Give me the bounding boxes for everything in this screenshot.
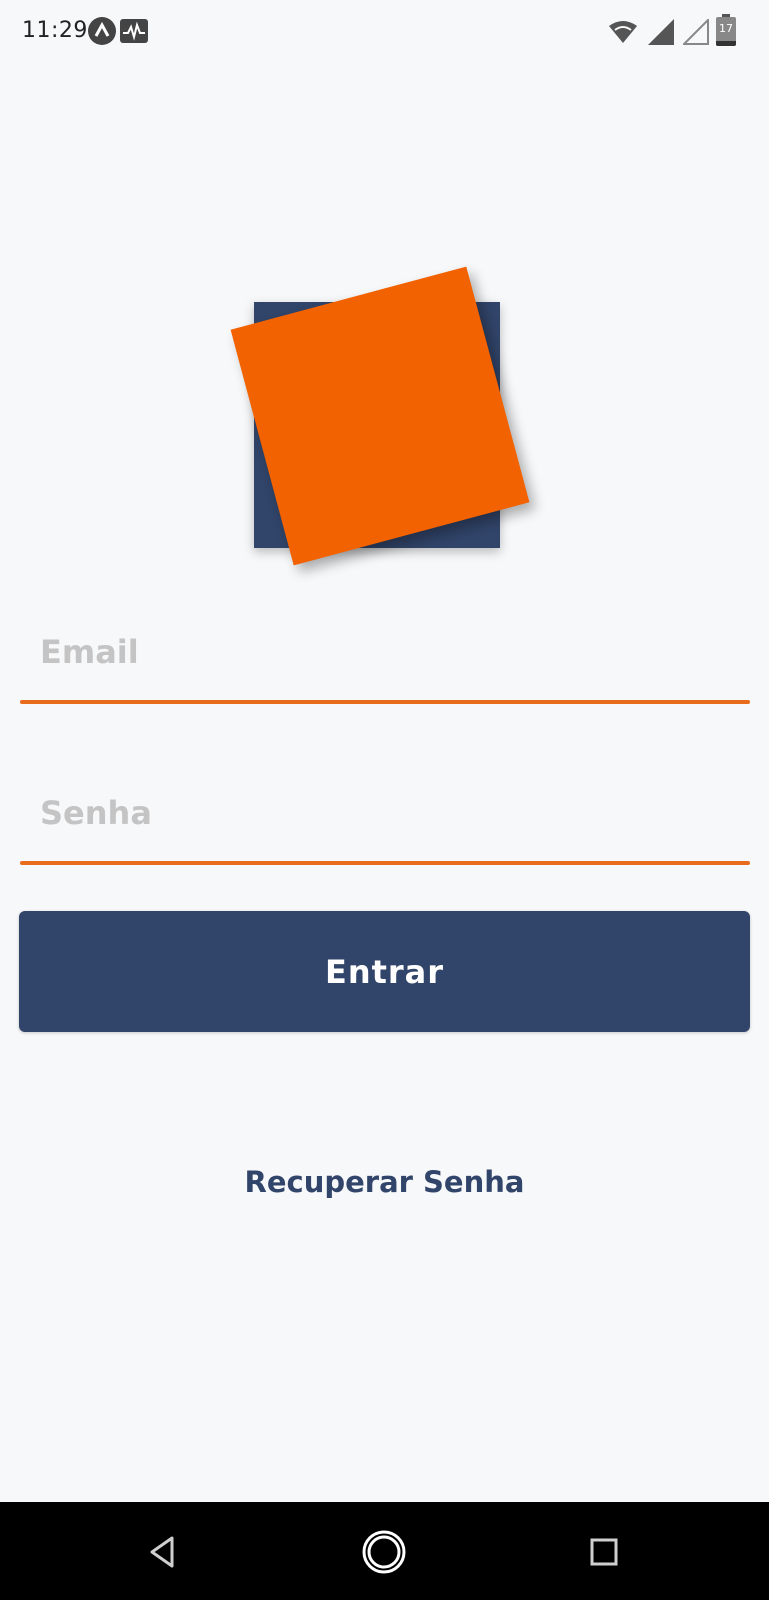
signal-icon [648, 19, 674, 45]
email-underline [20, 700, 750, 704]
password-underline [20, 861, 750, 865]
signal-empty-icon [683, 19, 709, 45]
email-field-container [20, 604, 750, 714]
app-logo [220, 258, 540, 578]
app-notification-icon [88, 17, 116, 45]
recents-icon[interactable] [576, 1524, 632, 1580]
password-field-container [20, 765, 750, 875]
login-button[interactable]: Entrar [19, 911, 750, 1032]
battery-level: 17 [719, 22, 733, 35]
home-icon[interactable] [356, 1524, 412, 1580]
battery-icon: 17 [716, 14, 736, 46]
recover-password-link[interactable]: Recuperar Senha [0, 1165, 769, 1199]
wifi-icon [609, 21, 637, 43]
status-time: 11:29 [22, 18, 88, 43]
status-bar: 11:29 17 [0, 0, 769, 64]
back-icon[interactable] [136, 1524, 192, 1580]
email-field[interactable] [20, 604, 750, 700]
nav-bar [0, 1502, 769, 1600]
password-field[interactable] [20, 765, 750, 861]
activity-icon [120, 19, 148, 43]
